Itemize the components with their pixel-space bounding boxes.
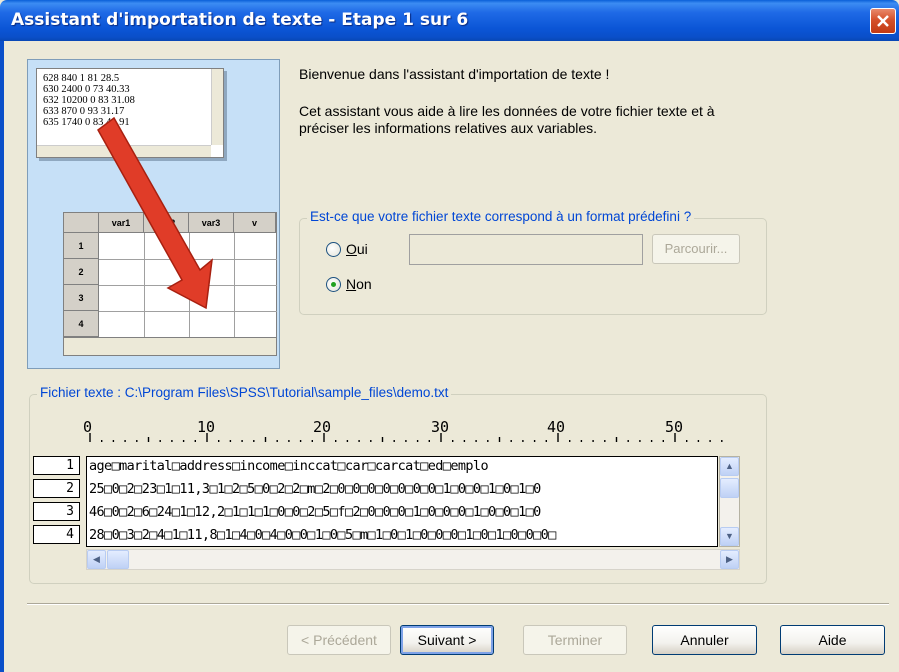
scroll-up-icon[interactable]: ▲ bbox=[720, 457, 739, 476]
description-text: Cet assistant vous aide à lire les donné… bbox=[299, 103, 715, 136]
preview-horizontal-scrollbar[interactable]: ◀ ▶ bbox=[86, 549, 740, 570]
cancel-button[interactable]: Annuler bbox=[652, 625, 757, 655]
radio-oui-circle[interactable] bbox=[326, 241, 341, 257]
text-line: 25□0□2□23□1□11,3□1□2□5□0□2□2□m□2□0□0□0□0… bbox=[89, 481, 541, 497]
radio-non[interactable]: Non bbox=[326, 276, 372, 292]
text-preview[interactable]: 1 2 3 4 age□marital□address□income□incca… bbox=[33, 456, 742, 575]
scroll-thumb[interactable] bbox=[107, 550, 129, 569]
row-number: 4 bbox=[33, 525, 80, 544]
format-file-input[interactable] bbox=[409, 234, 643, 265]
separator bbox=[27, 603, 889, 605]
welcome-text: Bienvenue dans l'assistant d'importation… bbox=[299, 66, 610, 82]
close-icon bbox=[877, 15, 889, 27]
text-line: 46□0□2□6□24□1□12,2□1□1□1□0□0□2□5□f□2□0□0… bbox=[89, 504, 541, 520]
close-button[interactable] bbox=[870, 8, 896, 34]
row-number: 2 bbox=[33, 479, 80, 498]
window-title: Assistant d'importation de texte - Etape… bbox=[11, 10, 469, 30]
predefined-format-legend: Est-ce que votre fichier texte correspon… bbox=[307, 209, 695, 224]
row-number: 3 bbox=[33, 502, 80, 521]
text-preview-content[interactable]: age□marital□address□income□inccat□car□ca… bbox=[86, 456, 718, 547]
radio-oui[interactable]: Oui bbox=[326, 241, 368, 257]
text-file-legend: Fichier texte : C:\Program Files\SPSS\Tu… bbox=[37, 385, 452, 400]
help-button[interactable]: Aide bbox=[780, 625, 885, 655]
red-arrow-icon bbox=[97, 116, 213, 310]
browse-button[interactable]: Parcourir... bbox=[652, 234, 740, 264]
ruler-ticks bbox=[89, 433, 723, 442]
title-bar: Assistant d'importation de texte - Etape… bbox=[0, 0, 899, 41]
window-frame bbox=[0, 41, 4, 672]
text-line: age□marital□address□income□inccat□car□ca… bbox=[89, 458, 489, 474]
previous-button[interactable]: < Précédent bbox=[287, 625, 391, 655]
radio-non-circle[interactable] bbox=[326, 276, 341, 292]
scroll-thumb[interactable] bbox=[720, 478, 739, 498]
finish-button[interactable]: Terminer bbox=[523, 625, 627, 655]
preview-vertical-scrollbar[interactable]: ▲ ▼ bbox=[719, 456, 740, 547]
row-number: 1 bbox=[33, 456, 80, 475]
next-button[interactable]: Suivant > bbox=[400, 625, 494, 655]
predefined-format-group bbox=[299, 218, 767, 315]
text-line: 28□0□3□2□4□1□11,8□1□4□0□4□0□0□1□0□5□m□1□… bbox=[89, 527, 556, 543]
radio-oui-label: Oui bbox=[346, 241, 368, 257]
radio-non-label: Non bbox=[346, 276, 372, 292]
scroll-down-icon[interactable]: ▼ bbox=[720, 527, 739, 546]
wizard-illustration: 628 840 1 81 28.5 630 2400 0 73 40.33 63… bbox=[27, 59, 280, 369]
column-ruler: 0 10 20 30 40 50 bbox=[33, 416, 723, 456]
scroll-right-icon[interactable]: ▶ bbox=[720, 550, 739, 569]
scroll-left-icon[interactable]: ◀ bbox=[87, 550, 106, 569]
